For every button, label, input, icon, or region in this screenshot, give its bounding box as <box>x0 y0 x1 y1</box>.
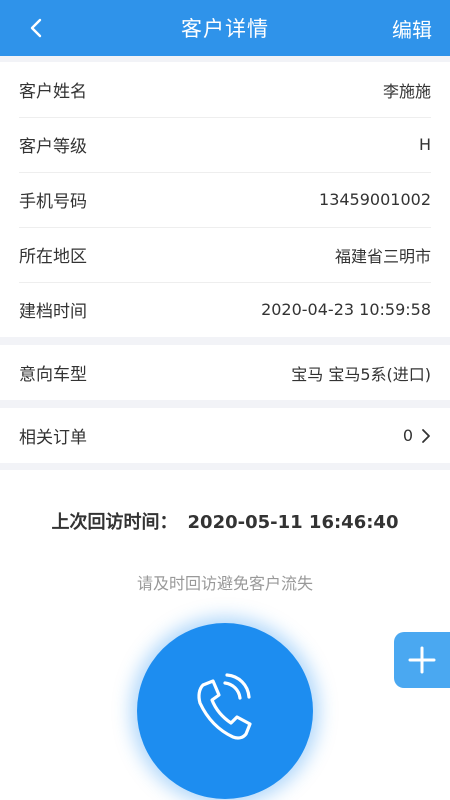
detail-row-created: 建档时间 2020-04-23 10:59:58 <box>0 282 450 337</box>
detail-label: 客户姓名 <box>19 82 87 102</box>
orders-label: 相关订单 <box>19 428 87 448</box>
detail-label: 建档时间 <box>19 302 87 322</box>
plus-icon <box>408 646 436 674</box>
page-title: 客户详情 <box>181 17 269 41</box>
detail-value: 福建省三明市 <box>334 246 431 266</box>
phone-icon <box>197 673 252 740</box>
call-button[interactable] <box>137 623 313 799</box>
chevron-right-icon <box>421 428 431 444</box>
orders-count: 0 <box>402 426 413 445</box>
related-orders-card: 相关订单 0 <box>0 408 450 463</box>
chevron-left-icon <box>30 18 42 38</box>
intent-vehicle-card: 意向车型 宝马 宝马5系(进口) <box>0 345 450 400</box>
follow-up-hint: 请及时回访避免客户流失 <box>136 574 313 593</box>
last-visit-line: 上次回访时间： 2020-05-11 16:46:40 <box>0 508 450 534</box>
customer-info-card: 客户姓名 李施施 客户等级 H 手机号码 13459001002 所在地区 福建… <box>0 62 450 337</box>
customer-detail-page: 客户详情 编辑 客户姓名 李施施 客户等级 H 手机号码 13459001002… <box>0 0 450 800</box>
last-visit-label: 上次回访时间： <box>51 512 178 533</box>
edit-button[interactable]: 编辑 <box>392 14 432 43</box>
related-orders-row[interactable]: 相关订单 0 <box>0 408 450 463</box>
detail-value: 13459001002 <box>319 190 431 209</box>
intent-value: 宝马 宝马5系(进口) <box>291 364 431 384</box>
detail-row-phone: 手机号码 13459001002 <box>0 172 450 227</box>
intent-vehicle-row: 意向车型 宝马 宝马5系(进口) <box>0 345 450 400</box>
detail-value: H <box>418 135 431 154</box>
detail-label: 所在地区 <box>19 247 87 267</box>
detail-label: 手机号码 <box>19 192 87 212</box>
detail-row-region: 所在地区 福建省三明市 <box>0 227 450 282</box>
intent-label: 意向车型 <box>19 365 87 385</box>
detail-row-level: 客户等级 H <box>0 117 450 172</box>
header-bar: 客户详情 编辑 <box>0 0 450 56</box>
last-visit-time: 2020-05-11 16:46:40 <box>187 512 399 533</box>
detail-label: 客户等级 <box>19 137 87 157</box>
add-button[interactable] <box>394 632 450 688</box>
back-button[interactable] <box>24 14 48 42</box>
detail-value: 2020-04-23 10:59:58 <box>261 300 431 319</box>
follow-up-panel: 上次回访时间： 2020-05-11 16:46:40 请及时回访避免客户流失 <box>0 470 450 800</box>
detail-row-name: 客户姓名 李施施 <box>0 62 450 117</box>
detail-value: 李施施 <box>382 81 431 101</box>
orders-value-group: 0 <box>403 426 431 445</box>
